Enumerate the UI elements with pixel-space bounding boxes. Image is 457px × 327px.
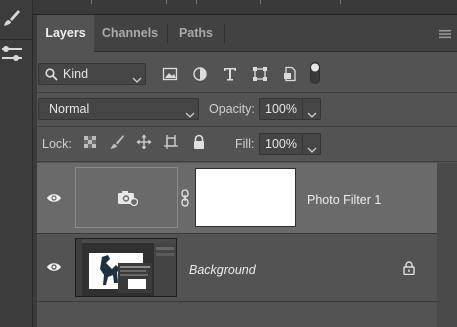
fill-value: 100% [265, 137, 297, 151]
smart-object-filter-icon[interactable] [282, 66, 298, 82]
fill-field[interactable]: 100% [259, 133, 321, 155]
panel-tab-bar: Layers Channels Paths [37, 15, 457, 53]
layer-filter-select[interactable]: Kind [38, 63, 146, 85]
tool-strip-divider [0, 39, 33, 40]
filter-toggle-icon[interactable] [310, 62, 320, 84]
lock-image-pixels-icon[interactable] [109, 134, 125, 150]
lock-position-icon[interactable] [136, 134, 152, 150]
layer-row-photo-filter[interactable]: Photo Filter 1 [37, 163, 437, 233]
lock-all-icon[interactable] [191, 134, 207, 150]
lock-transparent-pixels-icon[interactable] [82, 134, 98, 150]
chevron-down-icon [132, 72, 142, 83]
brush-tool-icon[interactable] [0, 6, 24, 30]
fill-label: Fill: [235, 137, 255, 151]
image-filter-icon[interactable] [162, 66, 178, 82]
adjustment-thumbnail [75, 167, 178, 228]
layer-thumbnail [75, 238, 177, 297]
layer-mask-thumbnail[interactable] [195, 168, 296, 227]
opacity-label: Opacity: [209, 102, 255, 116]
visibility-eye-icon[interactable] [46, 192, 62, 204]
opacity-value: 100% [265, 102, 297, 116]
chevron-down-icon[interactable] [307, 107, 317, 118]
layer-name[interactable]: Background [189, 263, 256, 277]
chevron-down-icon [185, 107, 195, 118]
opacity-field[interactable]: 100% [259, 98, 321, 120]
chevron-down-icon[interactable] [307, 142, 317, 153]
chain-link-icon[interactable] [181, 189, 189, 210]
search-icon [45, 68, 58, 84]
layers-scrollbar[interactable] [437, 163, 457, 327]
layers-panel: Layers Channels Paths Kind Normal Opacit… [37, 15, 457, 327]
blend-mode-value: Normal [49, 102, 90, 116]
blend-mode-select[interactable]: Normal [38, 98, 199, 120]
layer-name[interactable]: Photo Filter 1 [307, 193, 381, 207]
adjustment-filter-icon[interactable] [192, 66, 208, 82]
top-frame [33, 0, 457, 15]
sliders-icon[interactable] [0, 42, 24, 66]
lock-artboard-icon[interactable] [163, 134, 179, 150]
tab-channels[interactable]: Channels [97, 15, 163, 52]
layer-row-background[interactable]: Background [37, 234, 437, 301]
layer-lock-icon [403, 261, 415, 278]
visibility-eye-icon[interactable] [46, 261, 62, 273]
tab-layers[interactable]: Layers [37, 15, 94, 53]
lock-label: Lock: [42, 137, 72, 151]
tab-paths[interactable]: Paths [171, 15, 221, 52]
type-filter-icon[interactable] [222, 66, 238, 82]
tool-strip [0, 0, 33, 327]
panel-menu-icon[interactable] [439, 28, 451, 39]
camera-adjustment-icon [117, 190, 139, 209]
filter-kind-label: Kind [63, 67, 89, 81]
shape-filter-icon[interactable] [252, 66, 268, 82]
